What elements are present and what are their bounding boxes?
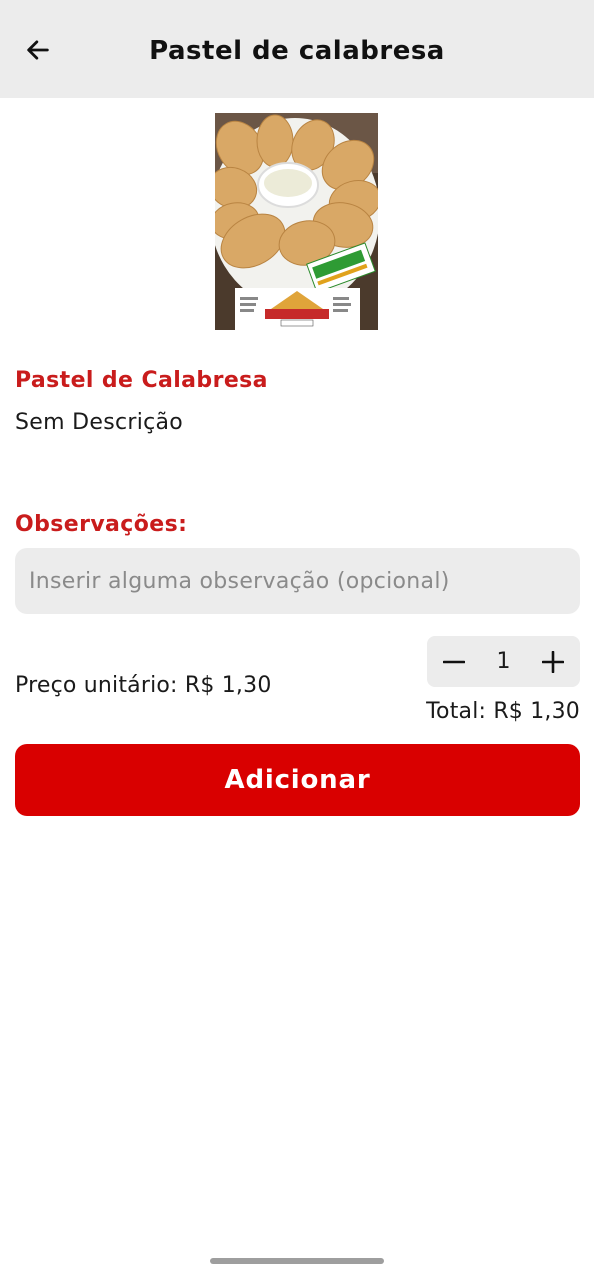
total-price: Total: R$ 1,30 [426, 699, 580, 724]
quantity-stepper: 1 [427, 636, 580, 687]
quantity-value: 1 [496, 649, 511, 674]
product-description: Sem Descrição [15, 410, 184, 435]
decrement-button[interactable] [439, 647, 469, 677]
minus-icon [443, 660, 465, 663]
product-image [215, 113, 378, 330]
plus-icon [542, 650, 564, 673]
app-bar: Pastel de calabresa [0, 0, 594, 98]
home-indicator[interactable] [210, 1258, 384, 1264]
observations-input[interactable] [15, 548, 580, 614]
add-button[interactable]: Adicionar [15, 744, 580, 816]
observations-label: Observações: [15, 512, 188, 537]
unit-price: Preço unitário: R$ 1,30 [15, 673, 272, 698]
page-title: Pastel de calabresa [149, 36, 445, 66]
increment-button[interactable] [538, 647, 568, 677]
product-name: Pastel de Calabresa [15, 368, 268, 393]
